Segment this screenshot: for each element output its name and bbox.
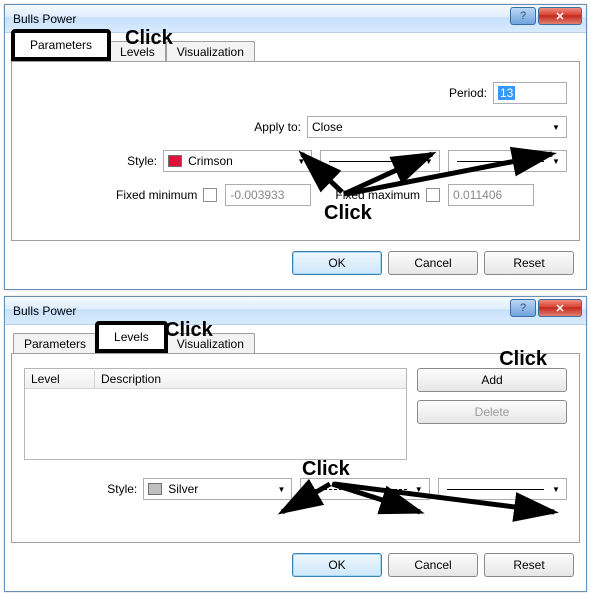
color-swatch-icon <box>148 483 162 495</box>
fixed-min-input[interactable] <box>225 184 311 206</box>
cancel-button[interactable]: Cancel <box>388 553 478 577</box>
chevron-down-icon: ▼ <box>421 153 437 169</box>
period-label: Period: <box>433 86 493 100</box>
style-width-select[interactable]: ▼ <box>438 478 567 500</box>
fixed-max-label: Fixed maximum <box>335 188 420 202</box>
col-level[interactable]: Level <box>25 370 95 388</box>
line-preview-icon <box>447 489 544 490</box>
tab-visualization[interactable]: Visualization <box>166 41 255 62</box>
cancel-button[interactable]: Cancel <box>388 251 478 275</box>
style-line-select[interactable]: ▼ <box>320 150 439 172</box>
fixed-max-checkbox[interactable] <box>426 188 440 202</box>
style-label: Style: <box>24 154 163 168</box>
period-input[interactable]: 13 <box>493 82 567 104</box>
fixed-min-checkbox[interactable] <box>203 188 217 202</box>
window-title: Bulls Power <box>13 304 76 318</box>
close-button[interactable]: ✕ <box>538 299 582 317</box>
window-title: Bulls Power <box>13 12 76 26</box>
chevron-down-icon: ▼ <box>548 481 564 497</box>
fixed-max-input[interactable] <box>448 184 534 206</box>
chevron-down-icon: ▼ <box>548 119 564 135</box>
help-button[interactable]: ? <box>510 299 536 317</box>
tab-parameters[interactable]: Parameters <box>13 333 97 354</box>
chevron-down-icon: ▼ <box>548 153 564 169</box>
levels-table-header: Level Description <box>25 369 406 389</box>
chevron-down-icon: ▼ <box>293 153 309 169</box>
style-line-select[interactable]: ▼ <box>300 478 429 500</box>
line-preview-icon <box>309 489 406 490</box>
style-color-select[interactable]: Silver ▼ <box>143 478 292 500</box>
tab-visualization[interactable]: Visualization <box>166 333 255 354</box>
tab-levels[interactable]: Levels <box>97 323 166 351</box>
tab-levels[interactable]: Levels <box>109 41 166 62</box>
tab-bar: Parameters Levels Visualization <box>13 329 580 353</box>
parameters-panel: Period: 13 Apply to: Close ▼ Style: <box>11 61 580 241</box>
dialog-bulls-power-parameters: Bulls Power ? ✕ Parameters Levels Visual… <box>4 4 587 290</box>
tab-bar: Parameters Levels Visualization <box>13 37 580 61</box>
reset-button[interactable]: Reset <box>484 553 574 577</box>
reset-button[interactable]: Reset <box>484 251 574 275</box>
style-color-name: Crimson <box>188 154 233 168</box>
style-label: Style: <box>24 482 143 496</box>
line-preview-icon <box>329 161 416 162</box>
apply-to-select[interactable]: Close ▼ <box>307 116 567 138</box>
titlebar[interactable]: Bulls Power ? ✕ <box>5 5 586 33</box>
help-button[interactable]: ? <box>510 7 536 25</box>
close-button[interactable]: ✕ <box>538 7 582 25</box>
apply-to-value: Close <box>312 120 343 134</box>
levels-table[interactable]: Level Description <box>24 368 407 460</box>
dialog-buttons: OK Cancel Reset <box>11 241 580 283</box>
dialog-bulls-power-levels: Bulls Power ? ✕ Parameters Levels Visual… <box>4 296 587 592</box>
style-color-select[interactable]: Crimson ▼ <box>163 150 312 172</box>
style-color-name: Silver <box>168 482 198 496</box>
line-preview-icon <box>457 161 544 162</box>
chevron-down-icon: ▼ <box>273 481 289 497</box>
levels-panel: Level Description Add Delete Style: Silv… <box>11 353 580 543</box>
add-button[interactable]: Add <box>417 368 567 392</box>
col-description[interactable]: Description <box>95 370 406 388</box>
fixed-min-label: Fixed minimum <box>116 188 197 202</box>
chevron-down-icon: ▼ <box>411 481 427 497</box>
tab-parameters[interactable]: Parameters <box>13 31 109 59</box>
style-width-select[interactable]: ▼ <box>448 150 567 172</box>
delete-button[interactable]: Delete <box>417 400 567 424</box>
ok-button[interactable]: OK <box>292 251 382 275</box>
dialog-buttons: OK Cancel Reset <box>11 543 580 585</box>
ok-button[interactable]: OK <box>292 553 382 577</box>
color-swatch-icon <box>168 155 182 167</box>
titlebar[interactable]: Bulls Power ? ✕ <box>5 297 586 325</box>
apply-to-label: Apply to: <box>237 120 307 134</box>
